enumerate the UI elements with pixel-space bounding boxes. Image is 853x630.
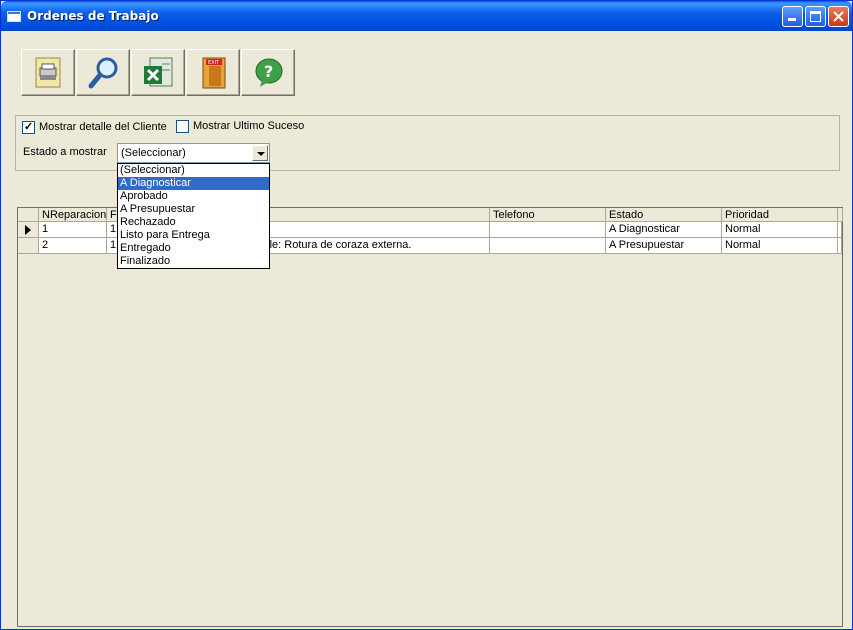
help-button[interactable]: ? [241, 49, 295, 96]
cell-estado[interactable]: A Presupuestar [606, 238, 722, 254]
cell-extra[interactable] [838, 238, 842, 254]
close-icon [833, 11, 844, 22]
close-button[interactable] [828, 6, 849, 27]
state-select[interactable]: (Seleccionar) [117, 143, 270, 163]
column-header-prioridad[interactable]: Prioridad [722, 208, 838, 222]
state-select-value: (Seleccionar) [121, 147, 186, 159]
cell-telefono[interactable] [490, 238, 606, 254]
grid-corner [18, 208, 39, 222]
cell-nreparacion[interactable]: 2 [39, 238, 107, 254]
option-entregado[interactable]: Entregado [118, 242, 269, 255]
show-last-event-checkbox[interactable] [176, 120, 189, 133]
minimize-icon [788, 18, 796, 21]
option-listo-para-entrega[interactable]: Listo para Entrega [118, 229, 269, 242]
state-filter-label: Estado a mostrar [23, 146, 107, 158]
cell-prioridad[interactable]: Normal [722, 238, 838, 254]
option-a-diagnosticar[interactable]: A Diagnosticar [118, 177, 269, 190]
help-question-icon: ? [255, 58, 283, 87]
main-window: Ordenes de Trabajo EXIT ? ✓ Mostrar deta… [0, 0, 853, 630]
window-icon [7, 11, 21, 22]
show-client-detail-label: Mostrar detalle del Cliente [39, 121, 167, 133]
window-title: Ordenes de Trabajo [27, 9, 159, 23]
show-client-detail-checkbox[interactable]: ✓ [22, 121, 35, 134]
chevron-down-icon[interactable] [252, 145, 268, 161]
svg-text:EXIT: EXIT [208, 60, 220, 66]
cell-estado[interactable]: A Diagnosticar [606, 222, 722, 238]
check-icon: ✓ [24, 121, 34, 133]
report-icon [35, 57, 61, 88]
print-report-button[interactable] [21, 49, 75, 96]
column-header-estado[interactable]: Estado [606, 208, 722, 222]
state-dropdown-list[interactable]: (Seleccionar) A Diagnosticar Aprobado A … [117, 163, 270, 269]
export-excel-button[interactable] [131, 49, 185, 96]
option-rechazado[interactable]: Rechazado [118, 216, 269, 229]
exit-button[interactable]: EXIT [186, 49, 240, 96]
column-header-extra [838, 208, 843, 222]
current-row-pointer-icon [25, 225, 31, 235]
cell-extra[interactable] [838, 222, 842, 238]
minimize-button[interactable] [782, 6, 803, 27]
maximize-button[interactable] [805, 6, 826, 27]
cell-prioridad[interactable]: Normal [722, 222, 838, 238]
cell-telefono[interactable] [490, 222, 606, 238]
exit-door-icon: EXIT [202, 57, 226, 89]
excel-icon [144, 57, 173, 87]
column-header-telefono[interactable]: Telefono [490, 208, 606, 222]
magnifier-icon [88, 57, 118, 89]
svg-text:?: ? [264, 62, 273, 81]
option-a-presupuestar[interactable]: A Presupuestar [118, 203, 269, 216]
option-finalizado[interactable]: Finalizado [118, 255, 269, 268]
row-selector[interactable] [18, 222, 39, 238]
work-orders-grid[interactable]: NReparacion F Telefono Estado Prioridad … [17, 207, 843, 627]
row-selector[interactable] [18, 238, 39, 254]
show-last-event-label: Mostrar Ultimo Suceso [193, 120, 305, 132]
search-button[interactable] [76, 49, 130, 96]
option-seleccionar[interactable]: (Seleccionar) [118, 164, 269, 177]
option-aprobado[interactable]: Aprobado [118, 190, 269, 203]
cell-nreparacion[interactable]: 1 [39, 222, 107, 238]
column-header-nreparacion[interactable]: NReparacion [39, 208, 107, 222]
title-bar[interactable]: Ordenes de Trabajo [1, 1, 852, 31]
maximize-icon [810, 11, 821, 22]
